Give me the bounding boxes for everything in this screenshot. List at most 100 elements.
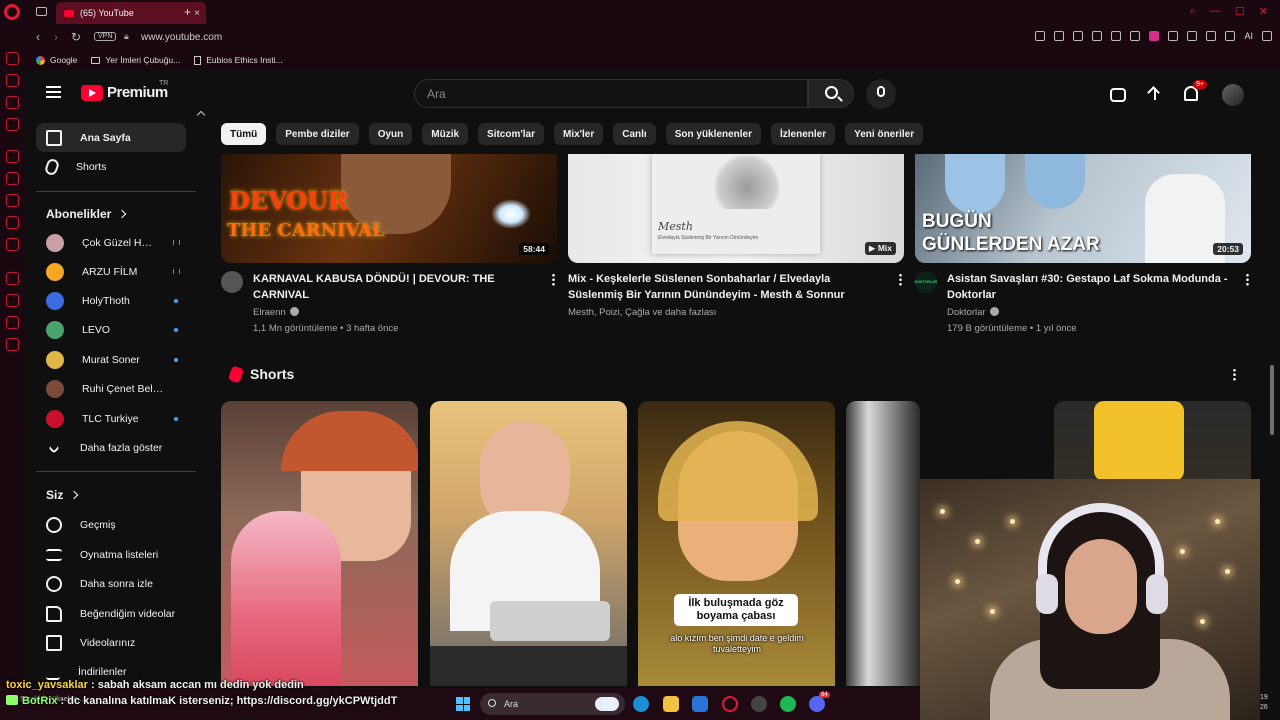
video-thumbnail[interactable]: DEVOUR THE CARNIVAL 58:44 xyxy=(221,154,557,263)
bookmark-icon[interactable] xyxy=(1054,31,1065,41)
show-more-button[interactable]: Daha fazla göster xyxy=(36,433,186,462)
voice-search-button[interactable] xyxy=(866,79,896,109)
forward-button[interactable]: › xyxy=(54,30,58,44)
tab-islands-icon[interactable] xyxy=(36,7,47,16)
settings-icon[interactable] xyxy=(6,338,19,351)
sidebar-item-home[interactable]: Ana Sayfa xyxy=(36,123,186,152)
sidebar-item-shorts[interactable]: Shorts xyxy=(36,152,186,181)
opera-logo-icon[interactable] xyxy=(4,4,20,20)
sidebar-channel[interactable]: LEVO xyxy=(36,315,186,344)
subscriptions-heading[interactable]: Abonelikler xyxy=(46,207,127,221)
page-scrollbar[interactable] xyxy=(1270,365,1274,435)
sidebar-app-icon[interactable] xyxy=(6,74,19,87)
back-button[interactable]: ‹ xyxy=(36,30,40,44)
bookmark-folder[interactable]: Yer İmleri Çubuğu... xyxy=(91,55,180,65)
snapshot-icon[interactable] xyxy=(1073,31,1084,41)
avatar[interactable] xyxy=(221,271,243,293)
instagram-icon[interactable] xyxy=(6,194,19,207)
channel-name[interactable]: Elraenn xyxy=(253,305,533,321)
bookmark-eubios[interactable]: Eubios Ethics Insti... xyxy=(194,55,283,65)
reload-button[interactable]: ↻ xyxy=(71,30,81,44)
new-tab-button[interactable]: + xyxy=(184,5,191,19)
chip[interactable]: Son yüklenenler xyxy=(665,123,761,145)
search-tabs-icon[interactable]: ⌕ xyxy=(1190,5,1196,18)
bookmark-google[interactable]: Google xyxy=(36,55,77,65)
search-button[interactable] xyxy=(808,79,854,108)
lock-icon[interactable]: 🔒︎ xyxy=(124,31,129,42)
chip[interactable]: Sitcom'lar xyxy=(478,123,544,145)
video-thumbnail[interactable]: Mesth Elvedayla Süslenmiş Bir Yarının Dü… xyxy=(568,154,904,263)
more-actions-icon[interactable] xyxy=(1246,273,1249,286)
sidebar-channel[interactable]: TLC Turkiye xyxy=(36,404,186,433)
chip[interactable]: Pembe diziler xyxy=(276,123,359,145)
short-thumbnail[interactable] xyxy=(221,401,418,686)
close-tab-icon[interactable]: × xyxy=(194,8,200,19)
chip[interactable]: Oyun xyxy=(368,123,413,145)
video-title[interactable]: Mix - Keşkelerle Süslenen Sonbaharlar / … xyxy=(568,271,873,303)
wallet-icon[interactable] xyxy=(1206,31,1217,41)
notifications-button[interactable]: 9+ xyxy=(1184,80,1207,104)
sidebar-app-icon[interactable] xyxy=(6,294,19,307)
chip[interactable]: Canlı xyxy=(613,123,656,145)
video-title[interactable]: Asistan Savaşları #30: Gestapo Laf Sokma… xyxy=(947,271,1232,303)
url-field[interactable]: www.youtube.com xyxy=(141,32,222,43)
channel-name[interactable]: Doktorlar xyxy=(947,305,1232,321)
video-thumbnail[interactable]: BUGÜN GÜNLERDEN AZAR 20:53 xyxy=(915,154,1251,263)
chip[interactable]: Mix'ler xyxy=(553,123,604,145)
opera-icon[interactable] xyxy=(722,696,738,712)
taskbar-search[interactable]: Ara xyxy=(480,693,625,715)
sidebar-item-your-videos[interactable]: Videolarınız xyxy=(36,628,186,657)
extension-icon[interactable] xyxy=(1111,31,1122,41)
x-icon[interactable] xyxy=(6,216,19,229)
chip[interactable]: Yeni öneriler xyxy=(845,123,924,145)
obs-icon[interactable] xyxy=(751,696,767,712)
account-avatar[interactable] xyxy=(1222,84,1244,106)
more-actions-icon[interactable] xyxy=(899,273,902,286)
discord-icon[interactable] xyxy=(809,696,825,712)
you-heading[interactable]: Siz xyxy=(46,488,79,502)
sidebar-app-icon[interactable] xyxy=(6,118,19,131)
chip-all[interactable]: Tümü xyxy=(221,123,267,145)
heart-icon[interactable] xyxy=(1130,31,1141,41)
youtube-premium-logo[interactable]: Premium TR xyxy=(81,80,168,101)
sidebar-app-icon[interactable] xyxy=(6,52,19,65)
short-thumbnail[interactable]: İlk buluşmada göz boyama çabası alo kızı… xyxy=(638,401,835,686)
sidebar-channel[interactable]: Murat Soner xyxy=(36,345,186,374)
video-title[interactable]: KARNAVAL KABUSA DÖNDÜ! | DEVOUR: THE CAR… xyxy=(253,271,533,303)
short-thumbnail[interactable] xyxy=(846,401,920,686)
mail-icon[interactable] xyxy=(692,696,708,712)
close-window-button[interactable]: ✕ xyxy=(1259,5,1268,18)
more-actions-icon[interactable] xyxy=(552,273,555,286)
guide-menu-button[interactable] xyxy=(46,86,61,98)
sidebar-channel[interactable]: ARZU FİLM xyxy=(36,257,186,286)
minimize-button[interactable]: — xyxy=(1210,5,1221,18)
chip[interactable]: İzlenenler xyxy=(770,123,836,145)
search-input[interactable] xyxy=(415,80,807,108)
whatsapp-icon[interactable] xyxy=(6,172,19,185)
sidebar-item-playlists[interactable]: Oynatma listeleri xyxy=(36,540,186,569)
spotify-icon[interactable] xyxy=(780,696,796,712)
avatar[interactable]: DOKTORLAR xyxy=(915,271,937,293)
upload-icon[interactable] xyxy=(1146,86,1164,104)
extensions-puzzle-icon[interactable] xyxy=(1187,31,1198,41)
edge-icon[interactable] xyxy=(633,696,649,712)
discord-icon[interactable] xyxy=(6,238,19,251)
aria-ai-button[interactable]: AI xyxy=(1244,31,1253,41)
sidebar-item-watch-later[interactable]: Daha sonra izle xyxy=(36,569,186,598)
maximize-button[interactable]: ☐ xyxy=(1235,5,1245,18)
sidebar-channel[interactable]: HolyThoth xyxy=(36,286,186,315)
sidebar-item-history[interactable]: Geçmiş xyxy=(36,510,186,539)
sidebar-channel[interactable]: Çok Güzel Hareket... xyxy=(36,228,186,257)
extension-pink-icon[interactable] xyxy=(1149,31,1160,41)
create-icon[interactable] xyxy=(1110,88,1126,102)
extension-icon[interactable] xyxy=(1168,31,1179,41)
download-icon[interactable] xyxy=(1225,31,1236,41)
channel-name[interactable]: Mesth, Poizi, Çağla ve daha fazlası xyxy=(568,305,873,321)
sidebar-app-icon[interactable] xyxy=(6,272,19,285)
extension-icon[interactable] xyxy=(1092,31,1103,41)
sidebar-app-icon[interactable] xyxy=(6,96,19,109)
chip[interactable]: Müzik xyxy=(422,123,469,145)
more-actions-icon[interactable] xyxy=(1233,368,1236,381)
menu-icon[interactable] xyxy=(1262,31,1272,41)
file-explorer-icon[interactable] xyxy=(663,696,679,712)
